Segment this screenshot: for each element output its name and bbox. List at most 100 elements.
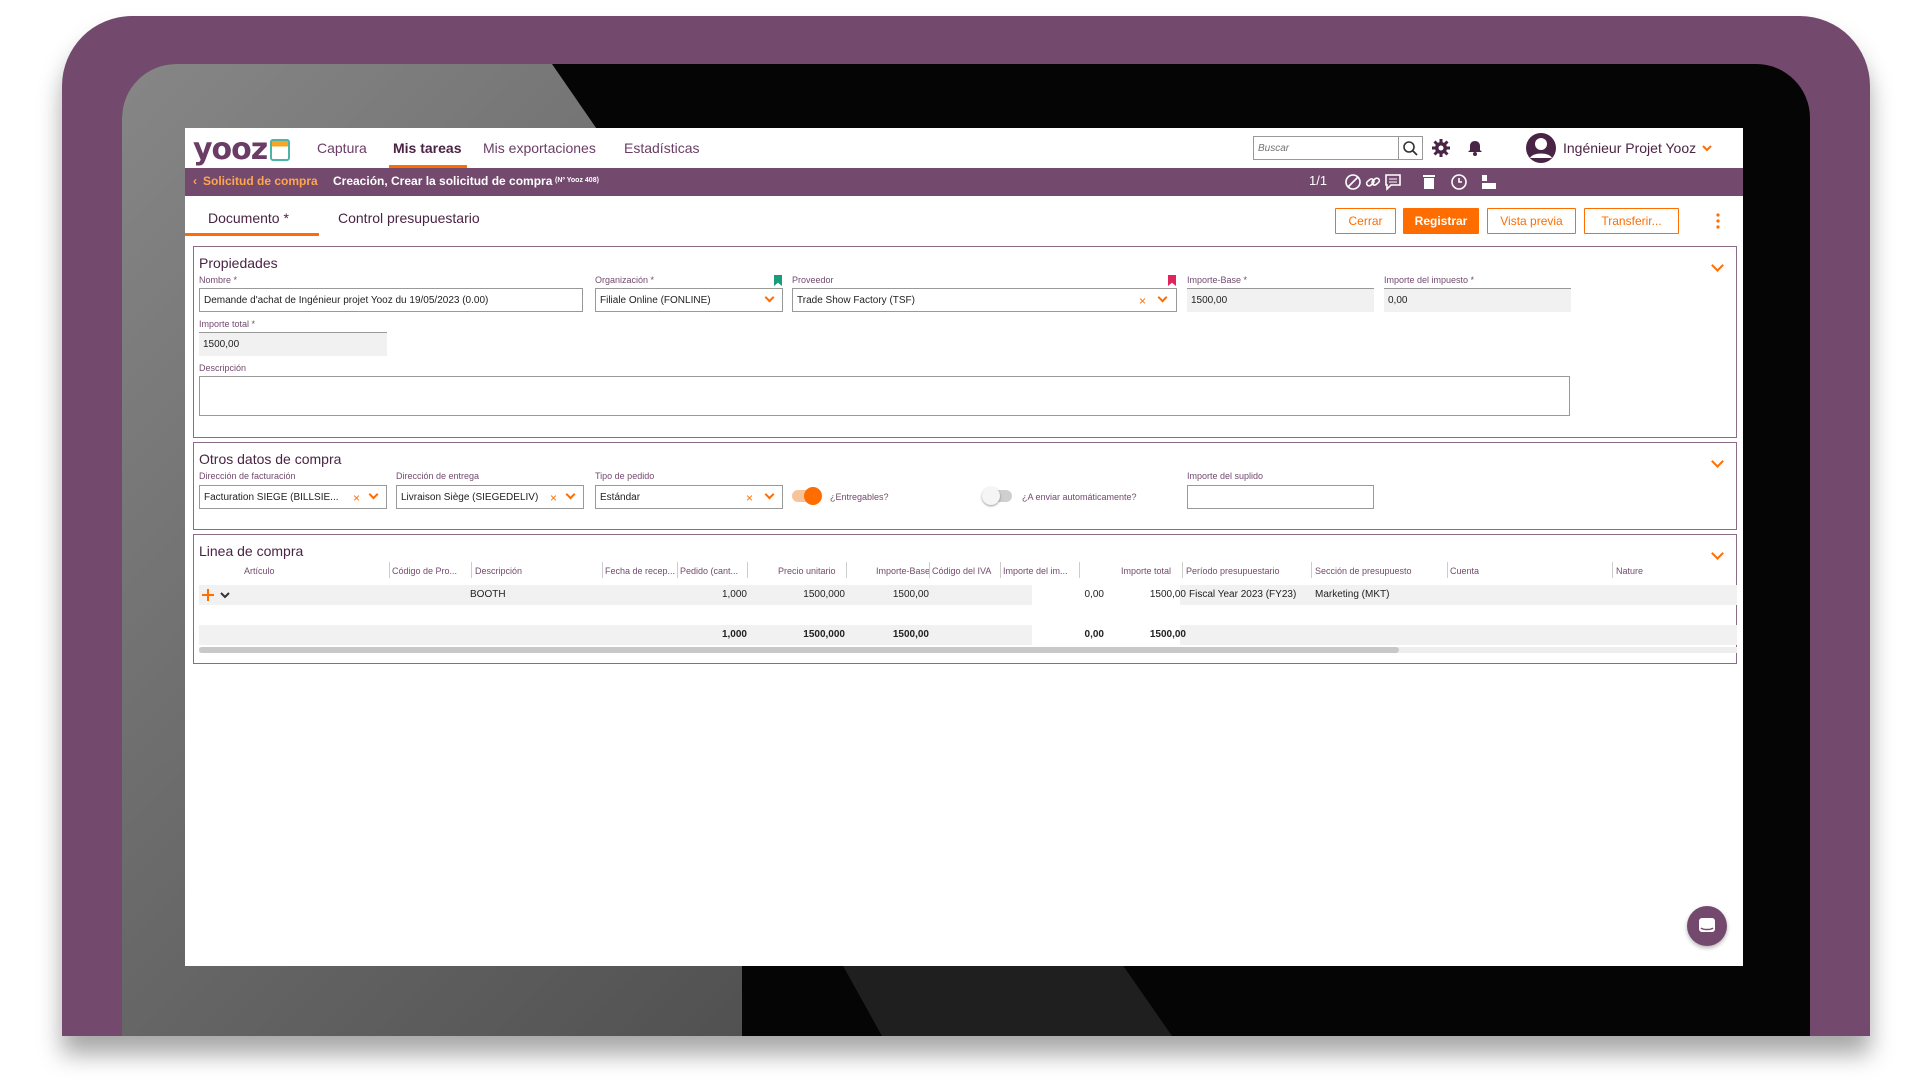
order-type-select[interactable]: Estándar × — [595, 485, 783, 509]
column-separator[interactable] — [1447, 562, 1448, 578]
col-header-seccion-presupuesto[interactable]: Sección de presupuesto — [1315, 566, 1412, 576]
page-title: Creación, Crear la solicitud de compra — [333, 174, 553, 188]
auto-send-toggle[interactable] — [982, 487, 1012, 505]
yooz-logo[interactable]: yooz — [193, 132, 291, 167]
chat-button[interactable] — [1687, 906, 1727, 946]
base-amount-field: 1500,00 — [1187, 288, 1374, 312]
nav-captura[interactable]: Captura — [317, 140, 367, 156]
bookmark-icon[interactable] — [1168, 275, 1176, 286]
column-separator[interactable] — [471, 562, 472, 578]
chevron-down-icon[interactable] — [1711, 455, 1724, 468]
nav-estadisticas[interactable]: Estadísticas — [624, 140, 699, 156]
column-separator[interactable] — [929, 562, 930, 578]
search-button[interactable] — [1398, 137, 1422, 159]
chevron-down-icon — [1157, 292, 1168, 303]
chevron-down-icon[interactable] — [219, 589, 231, 601]
name-field[interactable]: Demande d'achat de Ingénieur projet Yooz… — [199, 288, 583, 312]
active-tab-indicator — [185, 233, 319, 236]
column-separator[interactable] — [1182, 562, 1183, 578]
billing-address-select[interactable]: Facturation SIEGE (BILLSIE... × — [199, 485, 387, 509]
cancel-button[interactable] — [1343, 172, 1363, 195]
tab-control-presupuestario[interactable]: Control presupuestario — [338, 210, 480, 226]
scrollbar-thumb[interactable] — [199, 647, 1399, 653]
search-input[interactable] — [1254, 137, 1394, 159]
col-header-importe-total[interactable]: Importe total — [1121, 566, 1171, 576]
col-header-importe-impuesto[interactable]: Importe del im... — [1003, 566, 1068, 576]
organization-select[interactable]: Filiale Online (FONLINE) — [595, 288, 783, 312]
supplement-amount-field[interactable] — [1187, 485, 1374, 509]
total-amount-label: Importe total * — [199, 319, 256, 329]
nav-mis-tareas[interactable]: Mis tareas — [393, 140, 461, 156]
col-header-pedido-cantidad[interactable]: Pedido (cant... — [680, 566, 738, 576]
column-separator[interactable] — [389, 562, 390, 578]
tax-amount-label: Importe del impuesto * — [1384, 275, 1475, 285]
bookmark-icon[interactable] — [774, 275, 782, 286]
transfer-button[interactable]: Transferir... — [1584, 208, 1679, 234]
properties-title: Propiedades — [199, 255, 278, 271]
plus-icon[interactable] — [201, 588, 215, 602]
col-header-articulo[interactable]: Artículo — [244, 566, 275, 576]
col-header-nature[interactable]: Nature — [1616, 566, 1643, 576]
history-button[interactable] — [1449, 172, 1469, 195]
column-separator[interactable] — [677, 562, 678, 578]
description-textarea[interactable] — [199, 376, 1570, 416]
user-menu[interactable]: Ingénieur Projet Yooz — [1525, 132, 1714, 164]
clear-icon[interactable]: × — [1139, 294, 1146, 308]
delivery-address-select[interactable]: Livraison Siège (SIEGEDELIV) × — [396, 485, 584, 509]
gear-icon — [1432, 139, 1450, 157]
layout-button[interactable] — [1479, 172, 1499, 195]
link-button[interactable] — [1363, 172, 1383, 195]
top-navigation: yooz Captura Mis tareas Mis exportacione… — [185, 128, 1743, 168]
deliverables-toggle[interactable] — [792, 487, 822, 505]
register-button[interactable]: Registrar — [1403, 208, 1479, 234]
clear-icon[interactable]: × — [350, 491, 364, 505]
preview-button[interactable]: Vista previa — [1487, 208, 1576, 234]
notifications-button[interactable] — [1465, 138, 1485, 158]
column-separator[interactable] — [1311, 562, 1312, 578]
col-header-fecha-recepcion[interactable]: Fecha de recep... — [605, 566, 675, 576]
row-unit-price: 1500,000 — [803, 589, 845, 600]
column-separator[interactable] — [602, 562, 603, 578]
col-header-codigo-iva[interactable]: Código del IVA — [932, 566, 991, 576]
column-separator[interactable] — [1000, 562, 1001, 578]
bell-icon — [1468, 141, 1482, 156]
chevron-down-icon — [565, 489, 576, 500]
close-button[interactable]: Cerrar — [1335, 208, 1396, 234]
col-header-codigo-producto[interactable]: Código de Pro... — [392, 566, 457, 576]
settings-button[interactable] — [1431, 138, 1451, 158]
col-header-precio-unitario[interactable]: Precio unitario — [778, 566, 836, 576]
row-quantity: 1,000 — [721, 589, 747, 600]
horizontal-scrollbar[interactable] — [199, 647, 1737, 653]
col-header-periodo-presupuestario[interactable]: Período presupuestario — [1186, 566, 1280, 576]
properties-panel: Propiedades Nombre * Demande d'achat de … — [193, 246, 1737, 438]
total-tax: 0,00 — [1084, 629, 1104, 640]
column-separator[interactable] — [747, 562, 748, 578]
purchase-lines-panel: Linea de compra Artículo Código de Pro..… — [193, 534, 1737, 664]
chevron-down-icon — [1702, 145, 1712, 152]
column-separator[interactable] — [1079, 562, 1080, 578]
comment-button[interactable] — [1383, 172, 1403, 195]
column-separator[interactable] — [846, 562, 847, 578]
chevron-down-icon[interactable] — [1711, 259, 1724, 272]
nav-mis-exportaciones[interactable]: Mis exportaciones — [483, 140, 596, 156]
delete-button[interactable] — [1419, 172, 1439, 195]
total-amount: 1500,00 — [1149, 629, 1186, 640]
supplier-label: Proveedor — [792, 275, 834, 285]
table-row[interactable]: BOOTH 1,000 1500,000 1500,00 0,00 1500,0… — [199, 585, 1737, 605]
logo-cube-icon — [270, 139, 291, 161]
supplier-select[interactable]: Trade Show Factory (TSF) × — [792, 288, 1177, 312]
back-link[interactable]: ‹ Solicitud de compra — [193, 174, 318, 188]
column-separator[interactable] — [1612, 562, 1613, 578]
name-label: Nombre * — [199, 275, 238, 285]
total-quantity: 1,000 — [721, 629, 747, 640]
col-header-importe-base[interactable]: Importe-Base — [876, 566, 930, 576]
chevron-left-icon: ‹ — [193, 174, 197, 188]
chevron-down-icon[interactable] — [1711, 547, 1724, 560]
clear-icon[interactable]: × — [746, 491, 753, 505]
col-header-descripcion[interactable]: Descripción — [475, 566, 522, 576]
link-icon — [1365, 177, 1381, 187]
tab-documento[interactable]: Documento * — [208, 210, 289, 226]
clear-icon[interactable]: × — [547, 491, 561, 505]
col-header-cuenta[interactable]: Cuenta — [1450, 566, 1479, 576]
kebab-menu-icon[interactable] — [1716, 212, 1720, 230]
